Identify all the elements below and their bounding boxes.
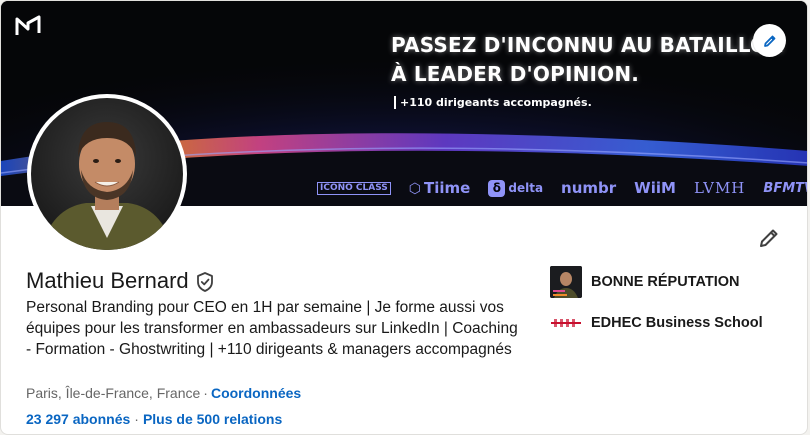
profile-card: PASSEZ D'INCONNU AU BATAILLON À LEADER D… [0, 0, 808, 435]
affiliation-bonne-reputation[interactable]: BONNE RÉPUTATION [550, 266, 740, 298]
profile-name: Mathieu Bernard [26, 268, 189, 293]
brand-iconoclass: ICONO CLASS [317, 181, 391, 195]
banner-tagline: +110 dirigeants accompagnés. [394, 96, 592, 109]
brand-lvmh: LVMH [693, 179, 746, 197]
avatar[interactable] [31, 98, 183, 250]
affiliation-label: BONNE RÉPUTATION [591, 274, 740, 290]
stats-separator: · [134, 411, 139, 427]
delta-logo-icon: δ [488, 179, 506, 197]
brand-delta-label: delta [508, 180, 544, 195]
edit-profile-button[interactable] [757, 226, 781, 255]
pencil-icon [763, 35, 775, 47]
edit-banner-button[interactable] [753, 24, 786, 57]
edhec-logo-image [551, 319, 581, 327]
brand-wiim: WiiM [634, 179, 676, 197]
location-row: Paris, Île-de-France, France · Coordonnées [26, 385, 301, 401]
bonne-reputation-logo [550, 266, 582, 298]
followers-link[interactable]: 23 297 abonnés [26, 411, 130, 427]
contact-info-link[interactable]: Coordonnées [211, 385, 301, 401]
profile-headline: Personal Branding pour CEO en 1H par sem… [26, 299, 518, 358]
profile-photo[interactable] [27, 94, 187, 254]
affiliation-label: EDHEC Business School [591, 315, 763, 331]
banner-headline-line2: À LEADER D'OPINION. [391, 62, 640, 86]
avatar-photo [31, 98, 183, 250]
connections-link[interactable]: Plus de 500 relations [143, 411, 282, 427]
pencil-icon [760, 229, 778, 247]
banner-headline: PASSEZ D'INCONNU AU BATAILLON À LEADER D… [391, 31, 784, 89]
network-stats: 23 297 abonnés · Plus de 500 relations [26, 411, 282, 427]
brand-tiime: Tiime [409, 179, 470, 197]
profile-location: Paris, Île-de-France, France [26, 385, 201, 401]
brand-delta: δ delta [488, 179, 544, 197]
n-logo-icon [15, 15, 41, 35]
verified-shield-icon[interactable] [195, 271, 215, 293]
bonne-reputation-logo-image [550, 266, 582, 298]
brand-bfmtv: BFMTV [763, 180, 807, 196]
edhec-logo [550, 313, 582, 333]
location-separator: · [203, 385, 208, 401]
banner-headline-line1: PASSEZ D'INCONNU AU BATAILLON [391, 33, 785, 57]
brand-numbr: numbr [561, 179, 617, 197]
affiliation-edhec[interactable]: EDHEC Business School [550, 313, 763, 333]
client-logos: ICONO CLASS Tiime δdelta numbr WiiM LVMH… [317, 177, 807, 199]
name-row: Mathieu Bernard [26, 268, 215, 294]
